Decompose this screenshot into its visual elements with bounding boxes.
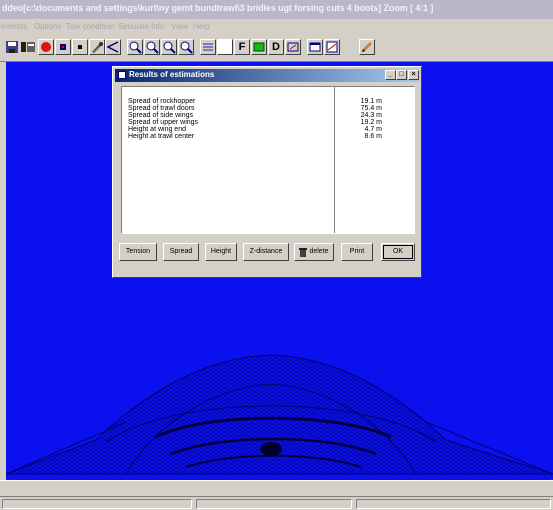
crane-icon[interactable] [285,39,301,55]
tool-icon[interactable] [89,39,105,55]
menu-elements[interactable]: ements [1,22,27,31]
ok-button[interactable]: OK [381,243,415,261]
toolbar: F D [0,35,553,62]
pencil-icon[interactable] [359,39,375,55]
open-icon[interactable] [20,39,36,55]
status-cell [196,499,352,509]
app-icon [118,71,126,79]
results-dialog: Results of estimations _ □ × Spread of r… [112,66,422,278]
bottom-panel [0,480,553,497]
menu-tow-condition[interactable]: Tow condition [66,22,114,31]
height-button[interactable]: Height [205,243,237,261]
z-distance-button[interactable]: Z-distance [243,243,289,261]
window-titlebar: ddeo[c:\documents and settings\kurt\ny g… [0,0,553,19]
tool-icon[interactable] [72,39,88,55]
arrows-icon[interactable] [200,39,216,55]
status-bar [0,496,553,510]
menu-info[interactable]: Info [151,22,164,31]
zoom-in-icon[interactable] [127,39,143,55]
minimize-button[interactable]: _ [385,70,396,80]
results-panel: Spread of rockhopper 19.1 m Spread of tr… [121,86,415,234]
dialog-titlebar[interactable]: Results of estimations _ □ × [115,69,419,82]
maximize-button[interactable]: □ [396,70,407,80]
window-title: ddeo[c:\documents and settings\kurt\ny g… [2,3,434,13]
trash-icon [299,248,307,257]
menu-view[interactable]: View [171,22,188,31]
trawl-net [6,354,553,475]
status-cell [356,499,551,509]
delete-label: delete [309,248,329,255]
d-icon[interactable]: D [268,39,284,55]
result-value: 8.6 m [364,133,382,140]
print-button[interactable]: Print [341,243,373,261]
close-button[interactable]: × [408,70,419,80]
tension-button[interactable]: Tension [119,243,157,261]
zoom-icon[interactable] [161,39,177,55]
result-label: Height at trawl center [128,133,195,140]
delete-button[interactable]: delete [294,243,334,261]
save-icon[interactable] [4,39,20,55]
f-icon[interactable]: F [234,39,250,55]
zoom-out-icon[interactable] [144,39,160,55]
window-icon[interactable] [307,39,323,55]
menu-options[interactable]: Options [34,22,62,31]
blank-icon[interactable] [217,39,233,55]
menu-simulate[interactable]: Simulate [118,22,149,31]
status-cell [2,499,192,509]
menu-bar: ements Options Tow condition Simulate In… [0,19,553,35]
tool-icon[interactable] [55,39,71,55]
dialog-title: Results of estimations [129,70,215,79]
menu-help[interactable]: Help [193,22,209,31]
angle-icon[interactable] [105,39,121,55]
red-ball-icon[interactable] [38,39,54,55]
zoom-icon[interactable] [178,39,194,55]
green-box-icon[interactable] [251,39,267,55]
spread-button[interactable]: Spread [163,243,199,261]
chart-icon[interactable] [324,39,340,55]
